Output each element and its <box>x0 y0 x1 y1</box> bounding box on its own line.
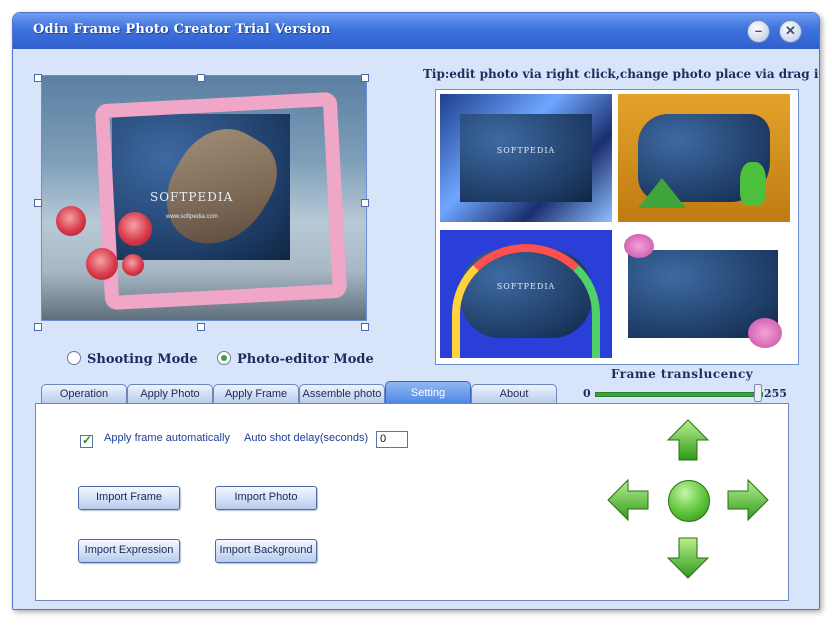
thumbnail-watermark: SOFTPEDIA <box>496 282 556 291</box>
checkmark-icon: ✓ <box>82 433 93 447</box>
photo-watermark: SOFTPEDIA <box>150 190 234 204</box>
tab-assemble-photo[interactable]: Assemble photo <box>299 384 385 404</box>
photo-watermark-url: www.softpedia.com <box>166 214 218 220</box>
resize-handle[interactable] <box>361 323 369 331</box>
translucency-min-label: 0 <box>583 387 591 400</box>
auto-shot-delay-input[interactable]: 0 <box>376 431 408 448</box>
import-background-button[interactable]: Import Background <box>215 539 317 563</box>
apply-frame-label: Apply frame automatically <box>104 432 230 444</box>
import-frame-button[interactable]: Import Frame <box>78 486 180 510</box>
translucency-max-label: 255 <box>764 387 787 400</box>
resize-handle[interactable] <box>361 199 369 207</box>
frame-thumbnail[interactable]: SOFTPEDIA <box>440 230 612 358</box>
photo-editor-mode-label: Photo-editor Mode <box>237 352 374 367</box>
tip-text: Tip:edit photo via right click,change ph… <box>423 67 820 81</box>
resize-handle[interactable] <box>34 74 42 82</box>
flower-decoration <box>86 248 118 280</box>
arrow-right-icon[interactable] <box>726 478 770 522</box>
hill-decoration <box>638 178 686 208</box>
tab-setting[interactable]: Setting <box>385 381 471 404</box>
frame-thumbnail[interactable] <box>618 230 790 358</box>
translucency-slider-thumb[interactable] <box>754 384 762 402</box>
arrow-up-icon[interactable] <box>666 418 710 462</box>
resize-handle[interactable] <box>197 74 205 82</box>
title-bar[interactable]: Odin Frame Photo Creator Trial Version –… <box>13 13 819 49</box>
tab-operation[interactable]: Operation <box>41 384 127 404</box>
frame-translucency-label: Frame translucency <box>611 367 754 381</box>
blossom-decoration <box>748 318 782 348</box>
flower-decoration <box>56 206 86 236</box>
auto-shot-delay-label: Auto shot delay(seconds) <box>244 432 369 444</box>
minimize-button[interactable]: – <box>747 20 770 43</box>
main-pane: SOFTPEDIA www.softpedia.com Tip:edit pho… <box>13 49 819 609</box>
frame-thumbnail-grid: SOFTPEDIA SOFTPEDIA <box>435 89 799 365</box>
import-photo-button[interactable]: Import Photo <box>215 486 317 510</box>
resize-handle[interactable] <box>34 199 42 207</box>
radio-selected-icon <box>217 351 231 365</box>
arrow-left-icon[interactable] <box>606 478 650 522</box>
photo-editor-canvas[interactable]: SOFTPEDIA www.softpedia.com <box>41 75 367 321</box>
center-ball-icon[interactable] <box>668 480 710 522</box>
thumbnail-watermark: SOFTPEDIA <box>496 146 556 155</box>
shooting-mode-label: Shooting Mode <box>87 352 198 367</box>
import-expression-button[interactable]: Import Expression <box>78 539 180 563</box>
dinosaur-decoration <box>740 162 766 206</box>
shooting-mode-radio[interactable]: Shooting Mode <box>67 351 198 367</box>
blossom-decoration <box>624 234 654 258</box>
apply-frame-checkbox[interactable]: ✓ <box>80 433 93 448</box>
flower-decoration <box>122 254 144 276</box>
resize-handle[interactable] <box>361 74 369 82</box>
settings-panel: ✓ Apply frame automatically Auto shot de… <box>35 403 789 601</box>
tab-apply-photo[interactable]: Apply Photo <box>127 384 213 404</box>
radio-circle-icon <box>67 351 81 365</box>
frame-thumbnail[interactable] <box>618 94 790 222</box>
app-window: Odin Frame Photo Creator Trial Version –… <box>12 12 820 610</box>
photo-editor-mode-radio[interactable]: Photo-editor Mode <box>217 351 374 367</box>
tab-about[interactable]: About <box>471 384 557 404</box>
translucency-slider-track[interactable] <box>595 392 763 397</box>
thumbnail-photo <box>460 114 592 202</box>
close-button[interactable]: ✕ <box>779 20 802 43</box>
window-title: Odin Frame Photo Creator Trial Version <box>33 22 331 37</box>
resize-handle[interactable] <box>197 323 205 331</box>
arrow-down-icon[interactable] <box>666 536 710 580</box>
frame-thumbnail[interactable]: SOFTPEDIA <box>440 94 612 222</box>
resize-handle[interactable] <box>34 323 42 331</box>
tab-apply-frame[interactable]: Apply Frame <box>213 384 299 404</box>
flower-decoration <box>118 212 152 246</box>
